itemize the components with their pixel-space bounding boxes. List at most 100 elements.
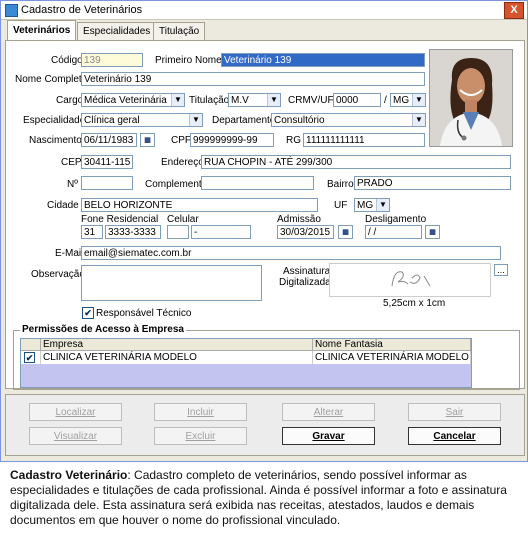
table-row-check-cell[interactable]: ✔ — [21, 351, 41, 364]
celular-field[interactable]: - — [191, 225, 251, 239]
crmv-field[interactable]: 0000 — [333, 93, 381, 107]
codigo-field[interactable]: 139 — [81, 53, 143, 67]
cancelar-button[interactable]: Cancelar — [408, 427, 501, 445]
close-button[interactable]: X — [504, 2, 524, 19]
veterinarios-window: Cadastro de Veterinários X Veterinários … — [0, 0, 528, 462]
window-title: Cadastro de Veterinários — [21, 4, 143, 16]
chevron-down-icon[interactable]: ▼ — [376, 199, 389, 211]
nascimento-field[interactable]: 06/11/1983 — [81, 133, 137, 147]
chevron-down-icon[interactable]: ▼ — [171, 94, 184, 106]
signature-image — [391, 271, 431, 287]
responsavel-checkbox[interactable]: ✔ — [82, 307, 94, 319]
cidade-field[interactable]: BELO HORIZONTE — [81, 198, 318, 212]
rg-field[interactable]: 111111111111 — [303, 133, 425, 147]
observacao-label: Observação — [31, 269, 85, 280]
complemento-field[interactable] — [201, 176, 314, 190]
codigo-label: Código — [51, 55, 83, 66]
email-field[interactable]: email@siematec.com.br — [81, 246, 501, 260]
caption-text: Cadastro Veterinário: Cadastro completo … — [10, 468, 520, 528]
crmv-uf-select[interactable]: MG ▼ — [390, 93, 426, 107]
cpf-field[interactable]: 999999999-99 — [190, 133, 274, 147]
numero-label: Nº — [67, 179, 78, 190]
tab-veterinarios[interactable]: Veterinários — [7, 20, 77, 41]
titulacao-label: Titulação — [189, 95, 230, 106]
caption-title: Cadastro Veterinário — [10, 468, 128, 482]
uf-value: MG — [357, 200, 374, 211]
calendar-icon[interactable]: ▦ — [338, 225, 353, 239]
celular-ddd-field[interactable] — [167, 225, 189, 239]
chevron-down-icon[interactable]: ▼ — [412, 114, 425, 126]
nome-completo-label: Nome Completo — [15, 74, 88, 85]
gravar-button[interactable]: Gravar — [282, 427, 375, 445]
grid-header-fantasia[interactable]: Nome Fantasia — [313, 339, 471, 351]
celular-label: Celular — [167, 214, 199, 225]
permissions-title: Permissões de Acesso à Empresa — [20, 324, 186, 335]
titulacao-select[interactable]: M.V ▼ — [228, 93, 281, 107]
desligamento-label: Desligamento — [365, 214, 427, 225]
app-icon — [5, 4, 18, 17]
assinatura-dimensions: 5,25cm x 1cm — [383, 298, 446, 309]
endereco-label: Endereço — [161, 157, 204, 168]
titulacao-value: M.V — [231, 95, 249, 106]
alterar-button[interactable]: Alterar — [282, 403, 375, 421]
localizar-button[interactable]: Localizar — [29, 403, 122, 421]
cep-field[interactable]: 30411-115 — [81, 155, 133, 169]
especialidade-select[interactable]: Clínica geral ▼ — [81, 113, 203, 127]
assinatura-label-2: Digitalizada — [279, 277, 331, 288]
bairro-label: Bairro — [327, 179, 354, 190]
fone-ddd-field[interactable]: 31 — [81, 225, 103, 239]
admissao-label: Admissão — [277, 214, 321, 225]
grid-header-empresa[interactable]: Empresa — [41, 339, 313, 351]
crmv-uf-value: MG — [393, 95, 410, 106]
tab-titulacao[interactable]: Titulação — [153, 22, 206, 40]
calendar-icon[interactable]: ▦ — [425, 225, 440, 239]
cep-label: CEP — [61, 157, 82, 168]
cpf-label: CPF — [171, 135, 191, 146]
nome-completo-field[interactable]: Veterinário 139 — [81, 72, 425, 86]
crmv-separator: / — [384, 95, 387, 106]
table-row-empresa[interactable]: CLINICA VETERINÁRIA MODELO — [41, 351, 313, 364]
responsavel-label: Responsável Técnico — [96, 308, 192, 319]
complemento-label: Complemento — [145, 179, 208, 190]
row-checkbox[interactable]: ✔ — [24, 352, 35, 363]
tab-especialidades[interactable]: Especialidades — [77, 22, 157, 40]
fone-residencial-label: Fone Residencial — [81, 214, 159, 225]
uf-select[interactable]: MG ▼ — [354, 198, 390, 212]
excluir-button[interactable]: Excluir — [154, 427, 247, 445]
primeiro-nome-field[interactable]: Veterinário 139 — [221, 53, 425, 67]
endereco-field[interactable]: RUA CHOPIN - ATÉ 299/300 — [201, 155, 511, 169]
bairro-field[interactable]: PRADO — [354, 176, 511, 190]
permissions-grid: Empresa Nome Fantasia ✔ CLINICA VETERINÁ… — [20, 338, 472, 388]
admissao-field[interactable]: 30/03/2015 — [277, 225, 334, 239]
departamento-select[interactable]: Consultório ▼ — [271, 113, 426, 127]
calendar-icon[interactable]: ▦ — [140, 133, 155, 147]
numero-field[interactable] — [81, 176, 133, 190]
incluir-button[interactable]: Incluir — [154, 403, 247, 421]
visualizar-button[interactable]: Visualizar — [29, 427, 122, 445]
fone-field[interactable]: 3333-3333 — [105, 225, 161, 239]
vet-photo[interactable] — [429, 49, 513, 147]
sair-button[interactable]: Sair — [408, 403, 501, 421]
cargo-label: Cargo — [56, 95, 84, 106]
observacao-field[interactable] — [81, 265, 262, 301]
chevron-down-icon[interactable]: ▼ — [189, 114, 202, 126]
especialidade-label: Especialidade — [23, 115, 86, 126]
email-label: E-Mail — [55, 248, 84, 259]
assinatura-browse-button[interactable]: ... — [494, 264, 508, 276]
departamento-value: Consultório — [274, 115, 325, 126]
grid-header-check — [21, 339, 41, 351]
departamento-label: Departamento — [212, 115, 276, 126]
desligamento-field[interactable]: / / — [365, 225, 422, 239]
cidade-label: Cidade — [47, 200, 79, 211]
chevron-down-icon[interactable]: ▼ — [412, 94, 425, 106]
cargo-select[interactable]: Médica Veterinária ▼ — [81, 93, 185, 107]
table-row-fantasia[interactable]: CLINICA VETERINÁRIA MODELO — [313, 351, 471, 364]
title-bar: Cadastro de Veterinários X — [1, 1, 527, 20]
cargo-value: Médica Veterinária — [84, 95, 167, 106]
person-photo-icon — [430, 50, 512, 146]
crmv-label: CRMV/UF — [288, 95, 334, 106]
uf-label: UF — [334, 200, 348, 211]
especialidade-value: Clínica geral — [84, 115, 140, 126]
signature-box[interactable] — [329, 263, 491, 297]
chevron-down-icon[interactable]: ▼ — [267, 94, 280, 106]
